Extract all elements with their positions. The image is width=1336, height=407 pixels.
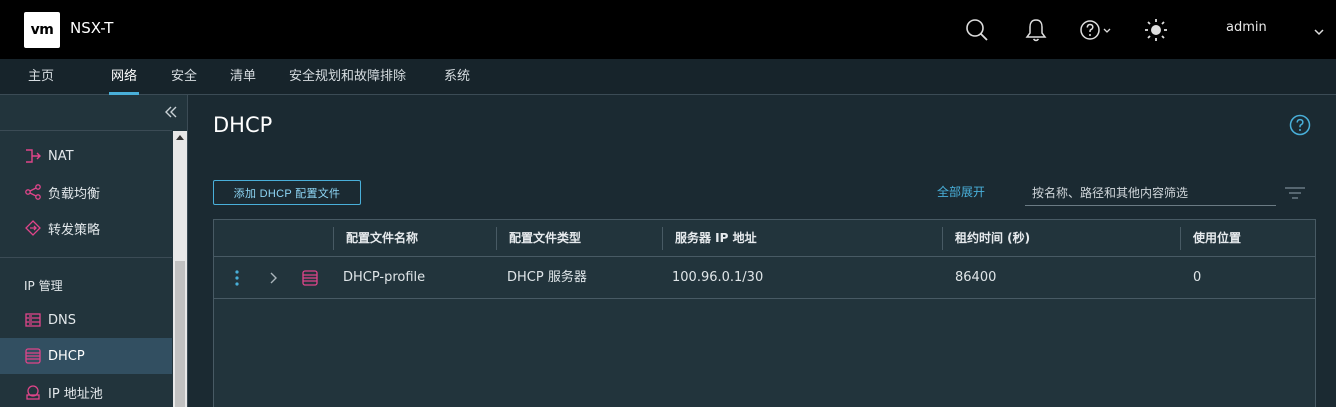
sidebar-item-label: IP 地址池 xyxy=(48,386,103,402)
sidebar-scrollbar[interactable] xyxy=(173,131,187,407)
top-header: vm NSX-T admin xyxy=(0,0,1336,59)
app-title[interactable]: NSX-T xyxy=(70,19,113,37)
tab-plan-troubleshoot[interactable]: 安全规划和故障排除 xyxy=(289,59,406,95)
row-actions-icon[interactable] xyxy=(231,257,243,299)
bell-icon[interactable] xyxy=(1022,16,1050,44)
sidebar-item-label: DNS xyxy=(48,312,76,328)
dhcp-profile-icon xyxy=(301,257,319,299)
filter-icon[interactable] xyxy=(1284,185,1306,199)
tab-security[interactable]: 安全 xyxy=(171,59,197,95)
table-empty-area xyxy=(214,300,1315,407)
filter-input[interactable] xyxy=(1025,180,1276,206)
column-separator xyxy=(1180,227,1181,250)
column-header-profile-type[interactable]: 配置文件类型 xyxy=(509,220,581,257)
help-menu-icon[interactable] xyxy=(1079,16,1115,44)
column-separator xyxy=(662,227,663,250)
dns-icon xyxy=(24,311,42,329)
dhcp-icon xyxy=(24,347,42,365)
row-expand-chevron-icon[interactable] xyxy=(268,257,280,299)
profiles-table: 配置文件名称 配置文件类型 服务器 IP 地址 租约时间 (秒) 使用位置 DH… xyxy=(213,219,1316,407)
cell-server-ip: 100.96.0.1/30 xyxy=(672,270,764,285)
theme-sun-icon[interactable] xyxy=(1142,16,1170,44)
help-icon[interactable] xyxy=(1289,114,1311,136)
sidebar-item-label: NAT xyxy=(48,148,74,164)
scrollbar-thumb[interactable] xyxy=(175,261,185,407)
main-content: DHCP 添加 DHCP 配置文件 全部展开 配置文件名称 配置文件类型 服务器… xyxy=(189,95,1336,407)
sidebar-divider xyxy=(0,257,172,258)
sidebar-item-load-balancing[interactable]: 负载均衡 xyxy=(0,174,172,210)
scroll-up-arrow-icon[interactable] xyxy=(176,135,184,140)
table-row[interactable]: DHCP-profile DHCP 服务器 100.96.0.1/30 8640… xyxy=(214,257,1315,299)
forwarding-policy-icon xyxy=(24,219,42,237)
column-header-profile-name[interactable]: 配置文件名称 xyxy=(346,220,418,257)
sidebar-item-dhcp[interactable]: DHCP xyxy=(0,338,172,374)
column-separator xyxy=(496,227,497,250)
tab-home[interactable]: 主页 xyxy=(28,59,54,95)
page-title: DHCP xyxy=(213,113,273,137)
tab-networking[interactable]: 网络 xyxy=(108,59,140,95)
tab-inventory[interactable]: 清单 xyxy=(230,59,256,95)
sidebar-item-label: 转发策略 xyxy=(48,222,101,238)
vmware-logo[interactable]: vm xyxy=(24,12,60,48)
sidebar-item-dns[interactable]: DNS xyxy=(0,302,172,338)
add-dhcp-profile-button[interactable]: 添加 DHCP 配置文件 xyxy=(213,180,361,205)
column-separator xyxy=(333,227,334,250)
cell-where-used[interactable]: 0 xyxy=(1193,257,1201,299)
collapse-sidebar-icon[interactable] xyxy=(162,103,180,121)
sidebar-item-forwarding-policy[interactable]: 转发策略 xyxy=(0,210,172,246)
sidebar-item-ip-pools[interactable]: IP 地址池 xyxy=(0,374,172,407)
expand-all-link[interactable]: 全部展开 xyxy=(937,183,985,200)
chevron-down-icon[interactable] xyxy=(1313,22,1325,41)
nat-icon xyxy=(24,147,42,165)
sidebar-item-label: 负载均衡 xyxy=(48,186,101,202)
main-nav: 主页 网络 安全 清单 安全规划和故障排除 系统 xyxy=(0,59,1336,95)
cell-profile-name[interactable]: DHCP-profile xyxy=(343,257,425,299)
sidebar: NAT 负载均衡 转发策略 IP 管理 DNS DHCP IP 地址池 xyxy=(0,95,188,407)
user-menu[interactable]: admin xyxy=(1226,20,1267,35)
search-icon[interactable] xyxy=(963,16,991,44)
sidebar-item-nat[interactable]: NAT xyxy=(0,138,172,174)
table-header: 配置文件名称 配置文件类型 服务器 IP 地址 租约时间 (秒) 使用位置 xyxy=(214,220,1315,257)
column-separator xyxy=(942,227,943,250)
ip-pool-icon xyxy=(24,383,42,401)
sidebar-group-ip-management: IP 管理 xyxy=(24,279,63,293)
column-header-server-ip[interactable]: 服务器 IP 地址 xyxy=(675,220,757,257)
cell-lease-time: 86400 xyxy=(955,270,997,285)
column-header-where-used[interactable]: 使用位置 xyxy=(1193,220,1241,257)
cell-profile-type: DHCP 服务器 xyxy=(507,270,587,285)
tab-system[interactable]: 系统 xyxy=(444,59,470,95)
sidebar-item-label: DHCP xyxy=(48,348,85,364)
load-balancer-icon xyxy=(24,183,42,201)
sidebar-divider xyxy=(0,130,172,131)
column-header-lease-time[interactable]: 租约时间 (秒) xyxy=(955,220,1030,257)
